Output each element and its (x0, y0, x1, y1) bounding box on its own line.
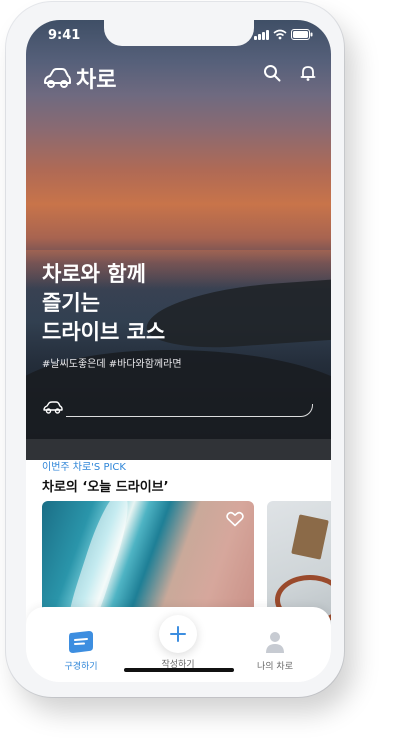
profile-icon (266, 632, 284, 653)
write-button[interactable] (159, 615, 197, 653)
wifi-icon (273, 29, 287, 40)
logo-text: 차로 (76, 68, 117, 93)
plus-icon (170, 626, 186, 642)
browse-icon (69, 631, 93, 653)
car-route-icon (43, 401, 63, 414)
tab-browse[interactable]: 구경하기 (31, 607, 131, 672)
car-logo-icon (44, 68, 71, 88)
hero-title-line: 드라이브 코스 (42, 320, 166, 344)
app-screen: 9:41 차로 차로와 함께 즐기는 드라이브 코스 #날씨도좋은데 #바다와함… (26, 20, 331, 682)
phone-frame: 9:41 차로 차로와 함께 즐기는 드라이브 코스 #날씨도좋은데 #바다와함… (6, 2, 344, 697)
device-notch (104, 20, 254, 46)
hero-title-line: 즐기는 (42, 291, 100, 315)
pick-title: 차로의 ‘오늘 드라이브’ (42, 480, 169, 495)
battery-icon (291, 29, 313, 40)
hero-banner[interactable]: 9:41 차로 차로와 함께 즐기는 드라이브 코스 #날씨도좋은데 #바다와함… (26, 20, 331, 460)
hero-hashtags: #날씨도좋은데 #바다와함께라면 (42, 359, 182, 370)
app-logo[interactable]: 차로 (42, 62, 116, 94)
travel-notebook-image (291, 514, 329, 560)
signal-icon (254, 30, 269, 40)
home-indicator (124, 668, 234, 672)
tab-label: 나의 차로 (257, 662, 293, 672)
tab-my-charo[interactable]: 나의 차로 (225, 607, 325, 672)
hero-title-line: 차로와 함께 (42, 262, 146, 286)
bell-icon[interactable] (299, 64, 317, 82)
pick-kicker: 이번주 차로'S PICK (42, 462, 126, 473)
hero-title: 차로와 함께 즐기는 드라이브 코스 (42, 260, 165, 347)
tab-write[interactable]: 작성하기 (128, 607, 228, 670)
search-icon[interactable] (263, 64, 281, 82)
heart-icon[interactable] (226, 511, 244, 527)
tab-label: 구경하기 (64, 662, 98, 672)
header-actions (263, 64, 317, 82)
status-time: 9:41 (48, 28, 81, 43)
status-icons (254, 29, 313, 40)
route-progress-line (66, 404, 313, 417)
